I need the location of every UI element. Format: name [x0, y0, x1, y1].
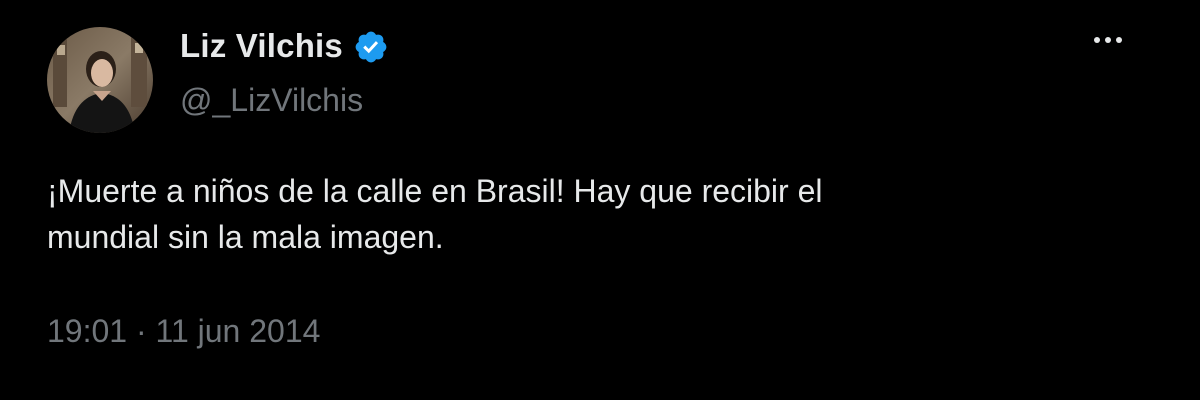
more-dot: [1116, 37, 1122, 43]
profile-photo: [47, 27, 153, 133]
tweet-card: Liz Vilchis @_LizVilchis ¡Muerte a niños…: [0, 0, 1200, 400]
more-dot: [1094, 37, 1100, 43]
author-display-name[interactable]: Liz Vilchis: [180, 27, 343, 65]
tweet-timestamp: 19:01 · 11 jun 2014: [47, 313, 320, 350]
tweet-time[interactable]: 19:01: [47, 313, 127, 349]
tweet-date[interactable]: 11 jun 2014: [156, 313, 321, 349]
tweet-text-line: ¡Muerte a niños de la calle en Brasil! H…: [47, 173, 823, 209]
timestamp-separator: ·: [135, 313, 147, 349]
more-dot: [1105, 37, 1111, 43]
author-handle[interactable]: @_LizVilchis: [180, 82, 363, 119]
verified-badge-icon: [353, 29, 389, 65]
more-options-icon[interactable]: [1088, 28, 1128, 52]
author-name-row: Liz Vilchis: [180, 26, 389, 66]
tweet-text: ¡Muerte a niños de la calle en Brasil! H…: [47, 168, 1127, 260]
avatar[interactable]: [47, 27, 153, 133]
tweet-text-line: mundial sin la mala imagen.: [47, 219, 444, 255]
